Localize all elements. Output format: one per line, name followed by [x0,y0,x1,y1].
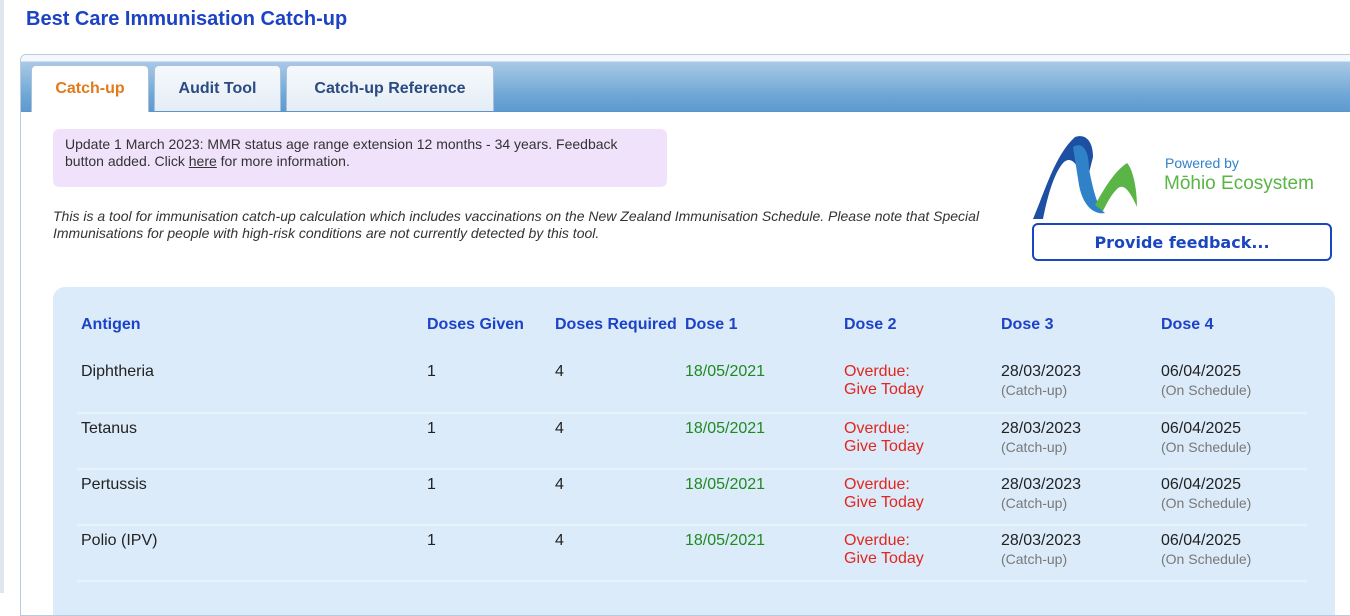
dose-2-status: Overdue: [844,476,910,493]
doses-required-cell: 4 [551,469,681,526]
dose-2-cell: Overdue: Give Today [840,413,997,470]
header-dose-4: Dose 4 [1161,316,1214,333]
header-dose-3: Dose 3 [1001,316,1054,333]
dose-2-action: Give Today [844,550,924,567]
dose-2-status: Overdue: [844,420,910,437]
tab-audit-tool[interactable]: Audit Tool [154,65,281,111]
notice-here-link[interactable]: here [189,153,217,169]
catch-up-table-container: Antigen Doses Given Doses Required Dose … [53,287,1335,615]
dose-3-cell: 28/03/2023 (Catch-up) [997,525,1157,582]
tab-bar: Catch-up Audit Tool Catch-up Reference [21,55,1350,112]
header-dose-1: Dose 1 [685,316,738,333]
antigen-cell: Tetanus [77,413,423,470]
dose-2-action: Give Today [844,494,924,511]
dose-4-note: (On Schedule) [1161,551,1252,567]
dose-4-date: 06/04/2025 [1161,363,1242,380]
dose-4-date: 06/04/2025 [1161,420,1242,437]
dose-2-action: Give Today [844,381,924,398]
page-title: Best Care Immunisation Catch-up [26,8,348,30]
page-left-border [0,0,4,593]
dose-1-cell: 18/05/2021 [681,469,840,526]
doses-required-cell: 4 [551,525,681,582]
dose-3-date: 28/03/2023 [1001,476,1082,493]
intro-text: This is a tool for immunisation catch-up… [53,208,980,241]
dose-4-note: (On Schedule) [1161,439,1252,455]
dose-4-cell: 06/04/2025 (On Schedule) [1157,469,1307,526]
tab-catch-up[interactable]: Catch-up [31,65,149,112]
doses-given-cell: 1 [423,357,551,414]
dose-1-cell: 18/05/2021 [681,413,840,470]
table-row: Tetanus 1 4 18/05/2021 Overdue: Give Toda… [77,413,1307,470]
notice-text-end: for more information. [216,153,350,169]
mohio-ecosystem-label: Mōhio Ecosystem [1164,173,1314,194]
table-row: Polio (IPV) 1 4 18/05/2021 Overdue: Give … [77,525,1307,582]
mohio-logo-icon [1033,136,1137,219]
doses-given-cell: 1 [423,413,551,470]
dose-3-note: (Catch-up) [1001,495,1068,511]
dose-4-cell: 06/04/2025 (On Schedule) [1157,357,1307,414]
dose-4-date: 06/04/2025 [1161,476,1242,493]
dose-3-cell: 28/03/2023 (Catch-up) [997,413,1157,470]
dose-2-cell: Overdue: Give Today [840,357,997,414]
dose-2-cell: Overdue: Give Today [840,525,997,582]
dose-3-date: 28/03/2023 [1001,532,1082,549]
dose-3-date: 28/03/2023 [1001,420,1082,437]
dose-2-status: Overdue: [844,532,910,549]
table-row: Diphtheria 1 4 18/05/2021 Overdue: Give T… [77,357,1307,414]
dose-4-note: (On Schedule) [1161,495,1252,511]
header-doses-required: Doses Required [555,316,677,333]
dose-4-note: (On Schedule) [1161,382,1252,398]
catch-up-table: Antigen Doses Given Doses Required Dose … [77,313,1307,582]
antigen-cell: Diphtheria [77,357,423,414]
header-antigen: Antigen [81,316,141,333]
dose-4-date: 06/04/2025 [1161,532,1242,549]
update-notice: Update 1 March 2023: MMR status age rang… [53,129,667,187]
dose-3-note: (Catch-up) [1001,382,1068,398]
provide-feedback-button[interactable]: Provide feedback... [1032,223,1332,261]
antigen-cell: Polio (IPV) [77,525,423,582]
table-row: Pertussis 1 4 18/05/2021 Overdue: Give To… [77,469,1307,526]
doses-given-cell: 1 [423,525,551,582]
doses-required-cell: 4 [551,357,681,414]
dose-1-cell: 18/05/2021 [681,357,840,414]
doses-required-cell: 4 [551,413,681,470]
header-dose-2: Dose 2 [844,316,897,333]
table-header-row: Antigen Doses Given Doses Required Dose … [77,313,1307,357]
dose-3-date: 28/03/2023 [1001,363,1082,380]
antigen-cell: Pertussis [77,469,423,526]
dose-3-note: (Catch-up) [1001,551,1068,567]
dose-3-cell: 28/03/2023 (Catch-up) [997,469,1157,526]
powered-by-label: Powered by [1165,155,1239,171]
doses-given-cell: 1 [423,469,551,526]
header-doses-given: Doses Given [427,316,524,333]
dose-2-action: Give Today [844,438,924,455]
tab-catch-up-reference[interactable]: Catch-up Reference [286,65,494,111]
dose-2-status: Overdue: [844,363,910,380]
dose-3-note: (Catch-up) [1001,439,1068,455]
main-panel: Catch-up Audit Tool Catch-up Reference U… [20,54,1350,616]
dose-3-cell: 28/03/2023 (Catch-up) [997,357,1157,414]
dose-4-cell: 06/04/2025 (On Schedule) [1157,413,1307,470]
dose-1-cell: 18/05/2021 [681,525,840,582]
dose-4-cell: 06/04/2025 (On Schedule) [1157,525,1307,582]
dose-2-cell: Overdue: Give Today [840,469,997,526]
